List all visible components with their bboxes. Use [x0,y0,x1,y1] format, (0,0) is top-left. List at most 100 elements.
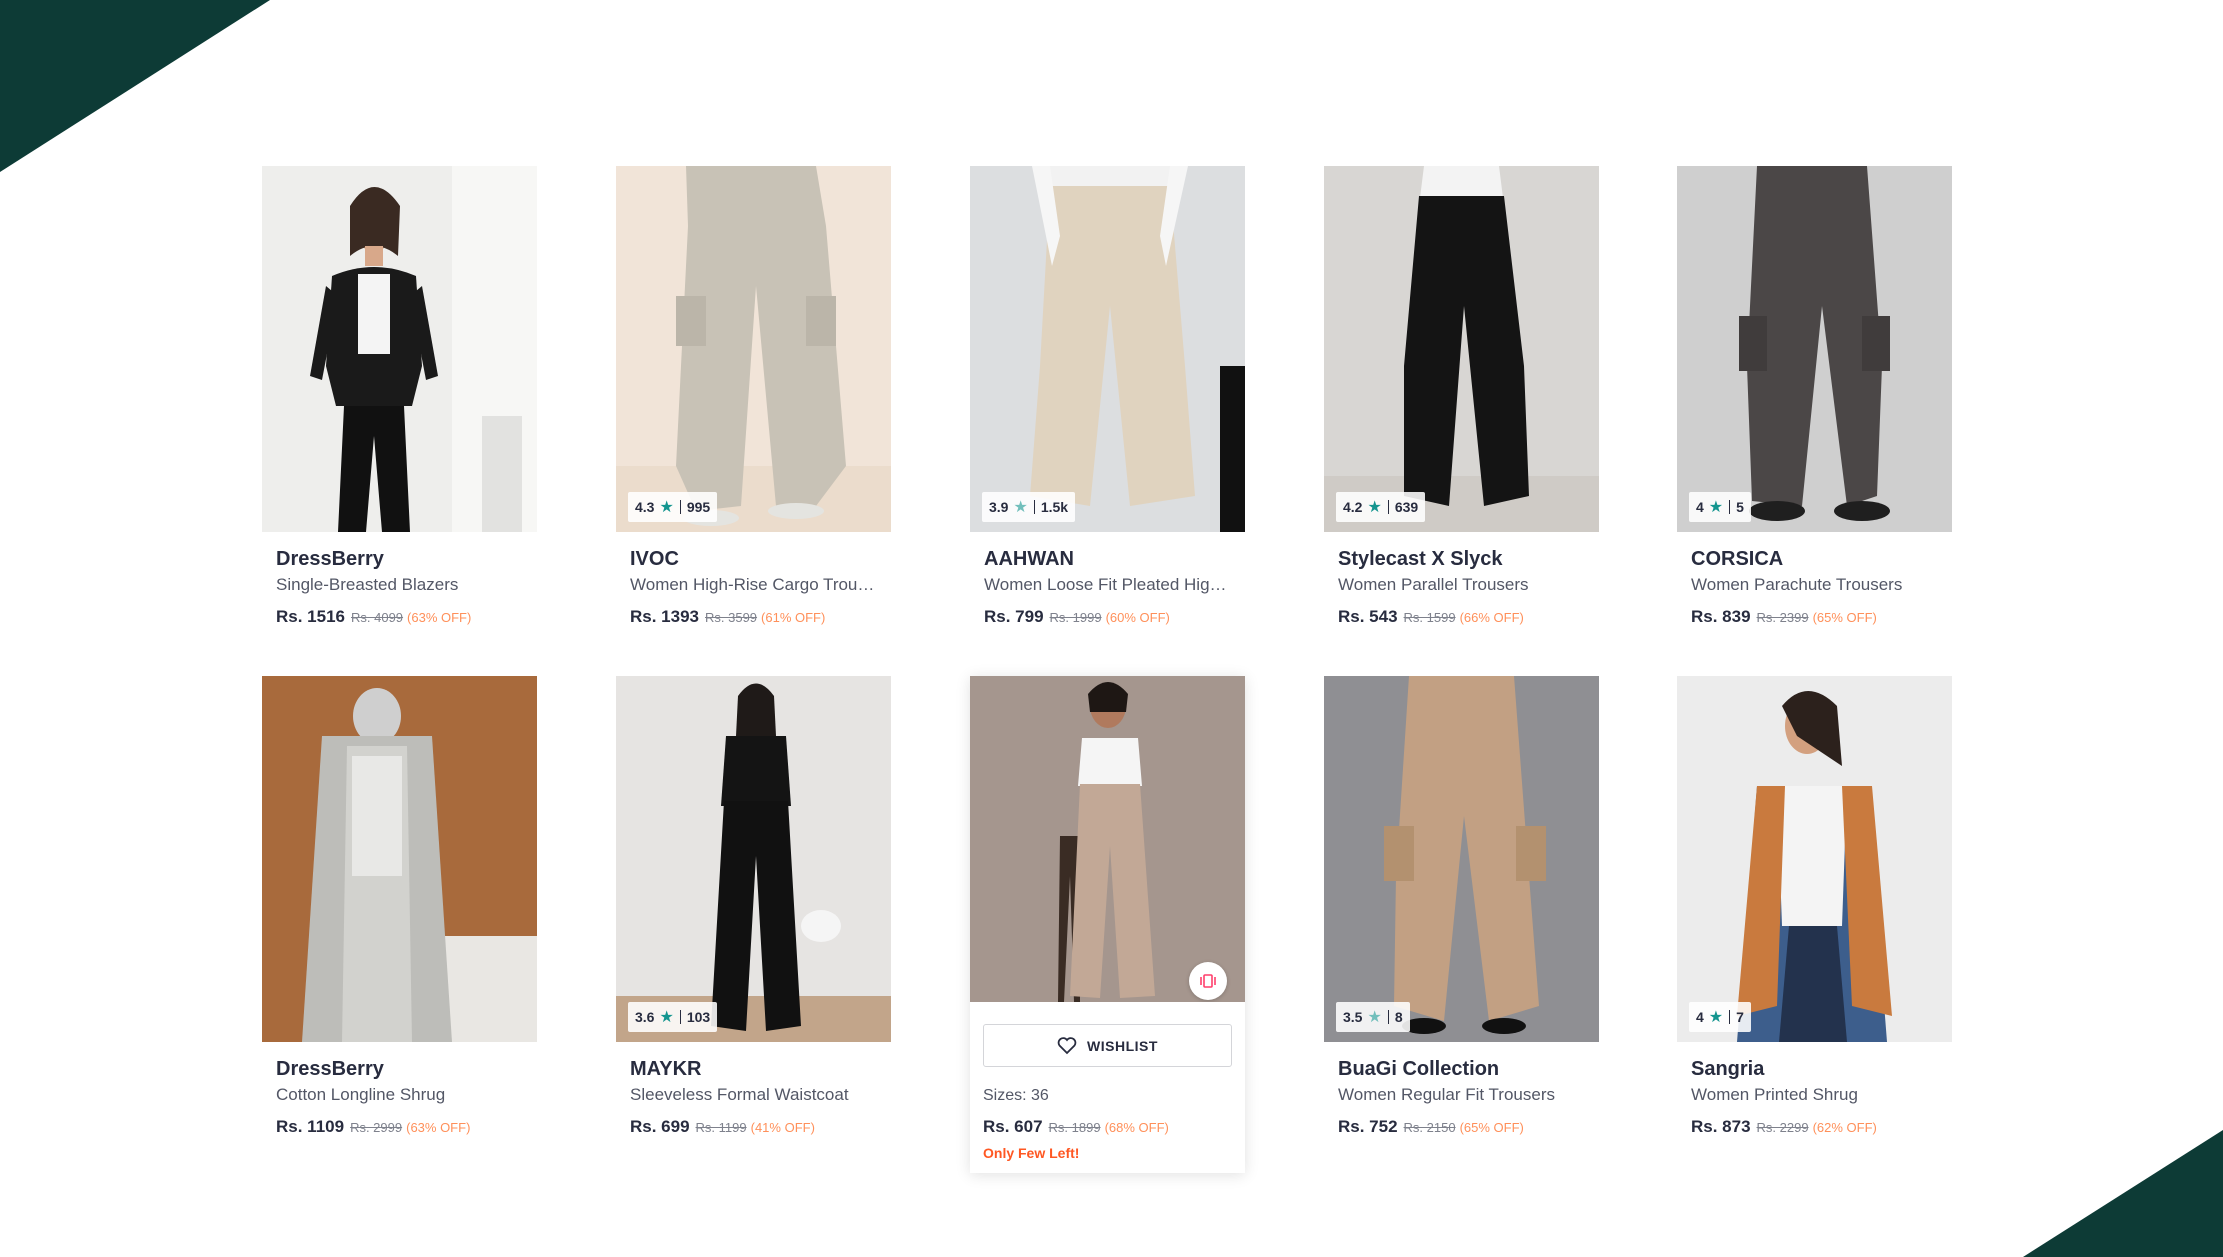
rating-count: 995 [686,499,711,515]
rating-divider [1033,500,1035,514]
product-mrp: Rs. 2399 [1756,610,1809,625]
product-brand: DressBerry [276,1058,384,1080]
product-card[interactable]: 4.3 ★ 995 IVOC Women High-Rise Cargo Tro… [616,166,891,666]
star-icon: ★ [659,499,674,516]
rating-badge: 3.6 ★ 103 [628,1002,718,1032]
product-card[interactable]: DressBerry Single-Breasted Blazers Rs. 1… [262,166,537,666]
product-name: Women Parachute Trousers [1691,575,1903,594]
product-image[interactable]: 4 ★ 7 [1677,676,1952,1042]
product-image[interactable] [262,676,537,1042]
product-card[interactable]: 4 ★ 7 Sangria Women Printed Shrug Rs. 87… [1677,676,1952,1176]
decorative-corner-top-left [0,0,270,172]
product-card-hovered[interactable]: WISHLIST Sizes: 36 Rs. 607 Rs. 1899 (68% O… [970,676,1245,1173]
product-brand: IVOC [630,548,679,570]
price-row: Rs. 1516 Rs. 4099 (63% OFF) [276,606,523,629]
product-discount: (62% OFF) [1812,1120,1877,1135]
product-discount: (68% OFF) [1104,1120,1169,1135]
product-price: Rs. 1516 [276,607,345,626]
rating-value: 4 [1696,1009,1704,1025]
wishlist-label: WISHLIST [1087,1037,1158,1054]
product-brand: AAHWAN [984,548,1074,570]
star-icon: ★ [1013,499,1028,516]
page: DressBerry Single-Breasted Blazers Rs. 1… [0,0,2223,1257]
product-price: Rs. 1109 [276,1117,345,1136]
product-discount: (61% OFF) [761,610,826,625]
product-card[interactable]: 4 ★ 5 CORSICA Women Parachute Trousers R… [1677,166,1952,666]
available-sizes: Sizes: 36 [983,1087,1049,1104]
view-similar-icon [1200,974,1216,988]
rating-divider [679,1010,681,1024]
rating-badge: 4.2 ★ 639 [1336,492,1426,522]
rating-value: 4.3 [635,499,655,515]
product-brand: Stylecast X Slyck [1338,548,1503,570]
star-icon: ★ [659,1009,674,1026]
price-row: Rs. 839 Rs. 2399 (65% OFF) [1691,606,1938,629]
product-image[interactable]: 4.2 ★ 639 [1324,166,1599,532]
product-image[interactable]: 4 ★ 5 [1677,166,1952,532]
rating-divider [1729,500,1731,514]
rating-value: 4.2 [1343,499,1363,515]
product-name: Women Parallel Trousers [1338,575,1529,594]
product-image[interactable]: 3.9 ★ 1.5k [970,166,1245,532]
product-price: Rs. 607 [983,1117,1043,1136]
rating-badge: 4 ★ 5 [1689,492,1751,522]
rating-value: 3.6 [635,1009,655,1025]
view-similar-button[interactable] [1189,962,1227,1000]
rating-count: 639 [1394,499,1419,515]
price-row: Rs. 607 Rs. 1899 (68% OFF) [970,1117,1245,1137]
product-mrp: Rs. 2150 [1403,1120,1456,1135]
product-discount: (63% OFF) [407,610,472,625]
rating-count: 1.5k [1040,499,1069,515]
rating-divider [1729,1010,1731,1024]
rating-count: 5 [1736,499,1744,515]
price-row: Rs. 799 Rs. 1999 (60% OFF) [984,606,1231,629]
product-name: Women Loose Fit Pleated High… [984,575,1231,594]
product-image[interactable]: 3.6 ★ 103 [616,676,891,1042]
stock-warning: Only Few Left! [983,1145,1080,1161]
product-name: Women High-Rise Cargo Trous… [630,575,877,594]
product-card[interactable]: 3.5 ★ 8 BuaGi Collection Women Regular F… [1324,676,1599,1176]
product-price: Rs. 699 [630,1117,690,1136]
product-discount: (63% OFF) [406,1120,471,1135]
rating-value: 3.9 [989,499,1009,515]
product-mrp: Rs. 1599 [1403,610,1456,625]
product-card[interactable]: 4.2 ★ 639 Stylecast X Slyck Women Parall… [1324,166,1599,666]
star-icon: ★ [1708,499,1724,516]
product-price: Rs. 1393 [630,607,699,626]
product-name: Single-Breasted Blazers [276,575,459,594]
product-price: Rs. 839 [1691,607,1751,626]
product-card[interactable]: DressBerry Cotton Longline Shrug Rs. 110… [262,676,537,1176]
price-row: Rs. 873 Rs. 2299 (62% OFF) [1691,1116,1938,1139]
product-mrp: Rs. 2999 [350,1120,403,1135]
rating-badge: 4.3 ★ 995 [628,492,718,522]
rating-divider [1387,500,1389,514]
product-image[interactable]: 3.5 ★ 8 [1324,676,1599,1042]
product-image[interactable]: 4.3 ★ 995 [616,166,891,532]
product-image[interactable] [970,676,1245,1002]
product-mrp: Rs. 4099 [351,610,404,625]
star-icon: ★ [1367,1009,1382,1026]
price-row: Rs. 1109 Rs. 2999 (63% OFF) [276,1116,523,1139]
product-price: Rs. 543 [1338,607,1398,626]
product-mrp: Rs. 1999 [1049,610,1102,625]
product-name: Cotton Longline Shrug [276,1085,446,1104]
star-icon: ★ [1367,499,1382,516]
product-discount: (66% OFF) [1459,610,1524,625]
product-discount: (60% OFF) [1105,610,1170,625]
product-price: Rs. 752 [1338,1117,1398,1136]
product-card[interactable]: 3.6 ★ 103 MAYKR Sleeveless Formal Waistc… [616,676,891,1176]
product-mrp: Rs. 3599 [705,610,758,625]
product-image[interactable] [262,166,537,532]
rating-badge: 3.5 ★ 8 [1336,1002,1410,1032]
product-discount: (41% OFF) [750,1120,815,1135]
product-card[interactable]: 3.9 ★ 1.5k AAHWAN Women Loose Fit Pleate… [970,166,1245,666]
rating-count: 8 [1394,1009,1403,1025]
product-name: Sleeveless Formal Waistcoat [630,1085,849,1104]
product-brand: CORSICA [1691,548,1784,570]
product-mrp: Rs. 1899 [1048,1120,1101,1135]
rating-divider [1387,1010,1389,1024]
product-mrp: Rs. 2299 [1756,1120,1809,1135]
decorative-corner-bottom-right [2023,1130,2223,1257]
product-brand: MAYKR [630,1058,702,1080]
wishlist-button[interactable]: WISHLIST [983,1024,1232,1067]
